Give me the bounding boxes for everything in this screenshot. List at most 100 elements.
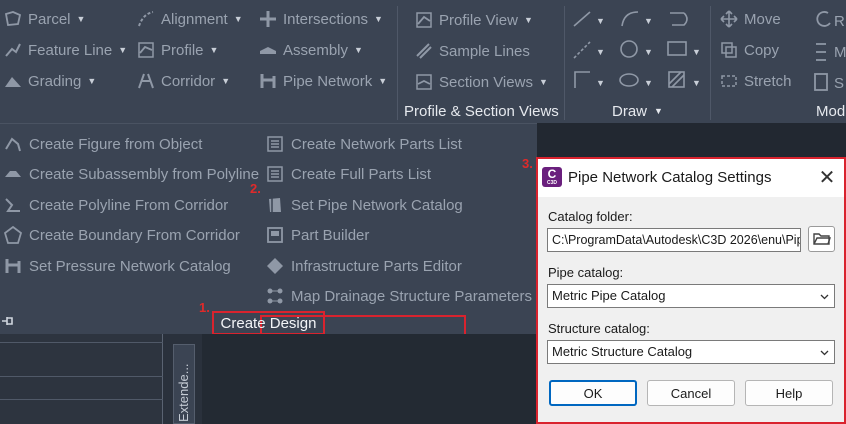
- intersections-button[interactable]: Intersections ▼: [259, 7, 383, 31]
- pipe-network-button[interactable]: Pipe Network ▼: [259, 69, 387, 93]
- map-drainage-structure-parameters-item[interactable]: Map Drainage Structure Parameters: [266, 284, 532, 308]
- grid-line: [0, 399, 163, 400]
- pipe-catalog-label: Pipe catalog:: [548, 265, 624, 280]
- pipe-network-icon: [259, 72, 277, 90]
- parcel-icon: [4, 10, 22, 28]
- copy-button[interactable]: Copy: [720, 38, 779, 62]
- chevron-down-icon: ▼: [76, 14, 86, 24]
- logo-sub: C3D: [546, 180, 557, 186]
- part-builder-item[interactable]: Part Builder: [266, 223, 369, 247]
- ok-button[interactable]: OK: [549, 380, 637, 406]
- svg-text:S: S: [834, 75, 844, 92]
- pipe-catalog-value: Metric Pipe Catalog: [552, 288, 666, 303]
- sample-lines-button[interactable]: Sample Lines: [415, 39, 530, 63]
- ribbon-divider: [710, 6, 711, 120]
- structure-catalog-label: Structure catalog:: [548, 321, 650, 336]
- logo-letter: C: [547, 167, 557, 181]
- feature-line-label: Feature Line: [28, 41, 113, 59]
- item-label: Create Full Parts List: [291, 165, 432, 183]
- create-polyline-from-corridor-item[interactable]: Create Polyline From Corridor: [4, 193, 228, 217]
- set-pipe-network-catalog-item[interactable]: Set Pipe Network Catalog: [266, 193, 463, 217]
- item-label: Create Polyline From Corridor: [29, 196, 229, 214]
- dialog-titlebar[interactable]: C C3D Pipe Network Catalog Settings ✕: [538, 159, 844, 197]
- create-full-parts-list-item[interactable]: Create Full Parts List: [266, 162, 431, 186]
- chevron-down-icon: ▼: [374, 14, 383, 24]
- browse-folder-button[interactable]: [808, 226, 835, 252]
- close-icon[interactable]: ✕: [814, 165, 840, 191]
- ribbon-divider: [397, 6, 398, 120]
- assembly-label: Assembly: [283, 41, 349, 59]
- chevron-down-icon: ▼: [538, 77, 548, 87]
- chevron-down-icon: ▼: [209, 45, 219, 55]
- pin-icon[interactable]: [2, 314, 14, 326]
- profile-button[interactable]: Profile ▼: [137, 38, 218, 62]
- move-button[interactable]: Move: [720, 7, 781, 31]
- drawing-canvas[interactable]: [202, 334, 538, 424]
- create-design-dropdown: Create Figure from Object Create Subasse…: [0, 123, 537, 342]
- pipe-catalog-select[interactable]: Metric Pipe Catalog: [547, 284, 835, 308]
- create-boundary-from-corridor-item[interactable]: Create Boundary From Corridor: [4, 223, 240, 247]
- intersections-label: Intersections: [283, 10, 369, 28]
- profile-view-button[interactable]: Profile View ▼: [415, 8, 533, 32]
- drainage-icon: [266, 287, 284, 305]
- sample-lines-label: Sample Lines: [439, 42, 530, 60]
- svg-text:▼: ▼: [692, 78, 701, 88]
- stretch-icon: [720, 72, 738, 90]
- item-label: Create Figure from Object: [29, 135, 203, 153]
- svg-text:▼: ▼: [596, 16, 605, 26]
- catalog-folder-field[interactable]: C:\ProgramData\Autodesk\C3D 2026\enu\Pip…: [547, 228, 801, 252]
- section-views-button[interactable]: Section Views ▼: [415, 70, 548, 94]
- parcel-button[interactable]: Parcel ▼: [4, 7, 85, 31]
- panel-title-label: Profile & Section Views: [404, 102, 559, 120]
- item-label: Create Boundary From Corridor: [29, 226, 240, 244]
- assembly-icon: [259, 41, 277, 59]
- assembly-button[interactable]: Assembly ▼: [259, 38, 363, 62]
- alignment-icon: [137, 10, 155, 28]
- svg-text:▼: ▼: [644, 16, 653, 26]
- svg-text:R: R: [834, 13, 845, 30]
- alignment-button[interactable]: Alignment ▼: [137, 7, 243, 31]
- profile-icon: [137, 41, 155, 59]
- sample-lines-icon: [415, 42, 433, 60]
- intersections-icon: [259, 10, 277, 28]
- step-marker-2: 2.: [250, 181, 261, 196]
- draw-tools: ▼ ▼ ▼ ▼ ▼ ▼ ▼ ▼: [572, 8, 708, 98]
- panel-title-draw[interactable]: Draw ▼: [612, 100, 663, 122]
- section-views-icon: [415, 73, 433, 91]
- copy-label: Copy: [744, 41, 780, 59]
- properties-grid[interactable]: [0, 334, 163, 424]
- draw-tools-icons[interactable]: ▼ ▼ ▼ ▼ ▼ ▼ ▼ ▼: [572, 8, 708, 98]
- subassembly-icon: [4, 165, 22, 183]
- panel-title-profile-section[interactable]: Profile & Section Views: [404, 100, 559, 122]
- feature-line-button[interactable]: Feature Line ▼: [4, 38, 127, 62]
- create-subassembly-from-polyline-item[interactable]: Create Subassembly from Polyline: [4, 162, 259, 186]
- extended-data-tab-label: Extende...: [176, 363, 191, 422]
- infrastructure-parts-editor-item[interactable]: Infrastructure Parts Editor: [266, 254, 462, 278]
- grading-button[interactable]: Grading ▼: [4, 69, 96, 93]
- set-pressure-network-catalog-item[interactable]: Set Pressure Network Catalog: [4, 254, 231, 278]
- chevron-down-icon: ▼: [221, 76, 231, 86]
- create-network-parts-list-item[interactable]: Create Network Parts List: [266, 132, 462, 156]
- structure-catalog-select[interactable]: Metric Structure Catalog: [547, 340, 835, 364]
- cancel-button[interactable]: Cancel: [647, 380, 735, 406]
- help-button[interactable]: Help: [745, 380, 833, 406]
- full-parts-list-icon: [266, 165, 284, 183]
- copy-icon: [720, 41, 738, 59]
- ribbon-divider: [564, 6, 565, 120]
- stretch-button[interactable]: Stretch: [720, 69, 792, 93]
- grid-line: [0, 342, 163, 343]
- svg-text:▼: ▼: [596, 78, 605, 88]
- panel-title-modify[interactable]: Mod: [816, 100, 845, 122]
- step-marker-3: 3.: [522, 156, 533, 171]
- pipe-catalog-icon: [266, 196, 284, 214]
- chevron-down-icon: ▼: [378, 76, 388, 86]
- dialog-title: Pipe Network Catalog Settings: [568, 169, 772, 186]
- create-figure-from-object-item[interactable]: Create Figure from Object: [4, 132, 202, 156]
- corridor-button[interactable]: Corridor ▼: [137, 69, 230, 93]
- stretch-label: Stretch: [744, 72, 792, 90]
- panel-title-label: Mod: [816, 102, 846, 120]
- profile-view-icon: [415, 11, 433, 29]
- create-design-button[interactable]: Create Design: [212, 311, 325, 335]
- ribbon: Parcel ▼ Feature Line ▼ Grading ▼ Alignm…: [0, 0, 846, 123]
- figure-icon: [4, 135, 22, 153]
